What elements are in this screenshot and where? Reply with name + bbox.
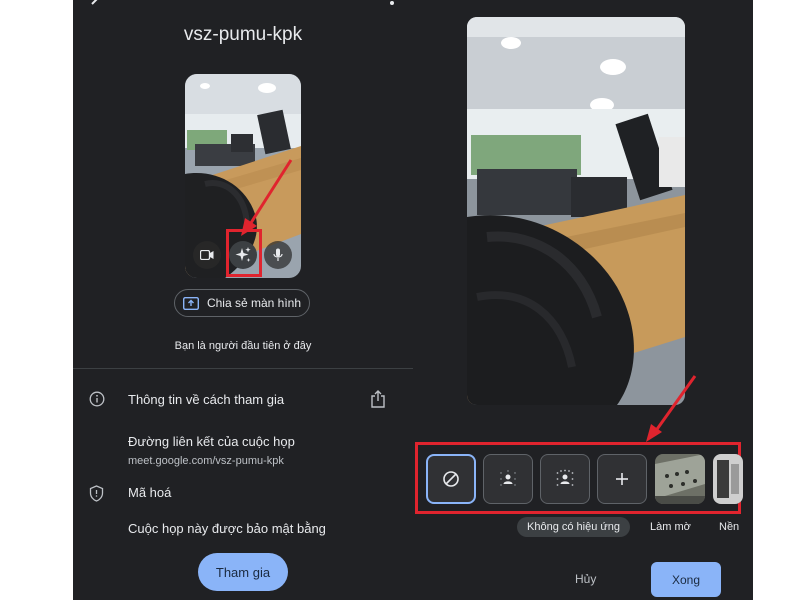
first-here-text: Bạn là người đầu tiên ở đây	[174, 340, 312, 352]
section-divider	[73, 368, 413, 369]
back-arrow-icon[interactable]	[87, 0, 107, 14]
background-thumbnail-image	[713, 454, 743, 504]
share-screen-label: Chia sẻ màn hình	[206, 296, 302, 310]
background-thumbnail-image	[655, 454, 705, 504]
join-info-title: Thông tin về cách tham gia	[128, 392, 285, 407]
more-options-icon[interactable]	[389, 0, 395, 10]
effect-label-background[interactable]: Nền	[719, 517, 739, 537]
done-button[interactable]: Xong	[651, 562, 721, 597]
effect-blur-tile[interactable]	[540, 454, 590, 504]
add-background-tile[interactable]	[597, 454, 647, 504]
join-button[interactable]: Tham gia	[198, 553, 288, 591]
meeting-code-title: vsz-pumu-kpk	[183, 24, 303, 45]
present-screen-icon	[182, 296, 199, 310]
effect-slight-blur-tile[interactable]	[483, 454, 533, 504]
blur-background-icon	[556, 469, 574, 486]
microphone-icon	[273, 248, 283, 261]
video-camera-icon	[200, 250, 214, 260]
effects-screen: Không có hiệu ứng Làm mờ Nền Hủy Xong	[413, 0, 753, 600]
no-effect-icon	[443, 471, 459, 487]
effect-label-blur[interactable]: Làm mờ	[650, 517, 691, 537]
effects-camera-preview	[467, 17, 685, 405]
share-icon[interactable]	[370, 389, 386, 409]
meeting-link-url[interactable]: meet.google.com/vsz-pumu-kpk	[128, 455, 284, 467]
annotation-arrow	[646, 375, 697, 442]
cancel-button[interactable]: Hủy	[575, 572, 596, 586]
effect-none-tile[interactable]	[426, 454, 476, 504]
shield-icon	[89, 485, 104, 502]
effect-label-none[interactable]: Không có hiệu ứng	[517, 517, 630, 537]
share-screen-button[interactable]: Chia sẻ màn hình	[174, 289, 310, 317]
info-icon	[89, 391, 105, 407]
slight-blur-icon	[500, 470, 516, 486]
microphone-toggle-button[interactable]	[264, 241, 292, 269]
camera-toggle-button[interactable]	[193, 241, 221, 269]
encryption-title: Mã hoá	[128, 485, 172, 500]
meeting-link-label: Đường liên kết của cuộc họp	[128, 434, 295, 449]
plus-icon	[616, 473, 628, 485]
background-image-tile[interactable]	[655, 454, 705, 504]
annotation-arrow	[241, 159, 293, 236]
background-image-tile[interactable]	[713, 454, 743, 504]
annotation-highlight-box	[226, 229, 262, 277]
encryption-description: Cuộc họp này được bảo mật bằng	[128, 521, 326, 536]
meeting-lobby-screen: vsz-pumu-kpk Chia sẻ màn hình Bạn là ngư…	[73, 0, 413, 600]
effects-preview-image	[467, 17, 685, 405]
